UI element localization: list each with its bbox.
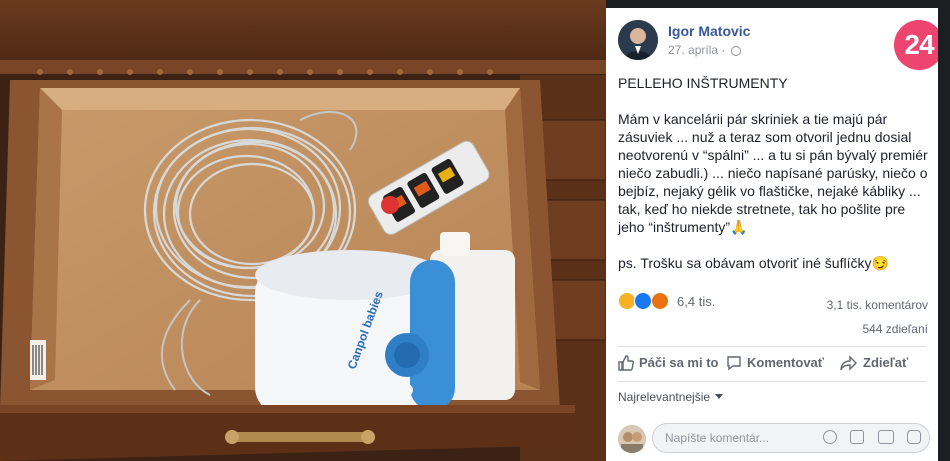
avatar-portrait-icon — [618, 20, 658, 60]
post-title: PELLEHO INŠTRUMENTY — [618, 75, 788, 91]
haha-icon — [618, 292, 636, 310]
brand-logo: 24 — [894, 20, 938, 70]
like-button[interactable]: Páči sa mi to — [618, 353, 718, 373]
emoji-icon[interactable] — [822, 430, 837, 444]
comment-sort-label: Najrelevantnejšie — [618, 390, 711, 404]
comment-input-wrapper[interactable] — [652, 423, 930, 453]
comment-sort-dropdown[interactable]: Najrelevantnejšie — [618, 390, 724, 404]
post-meta: 27. apríla · — [668, 43, 741, 57]
globe-icon — [730, 46, 741, 56]
engagement-counts: 3,1 tis. komentárov 544 zdieľaní — [827, 298, 928, 346]
like-icon — [634, 292, 653, 310]
share-label: Zdieľať — [863, 355, 909, 370]
user-avatar[interactable] — [618, 425, 646, 453]
comment-count[interactable]: 3,1 tis. komentárov — [827, 298, 928, 312]
action-bar: Páči sa mi to Komentovať Zdieľať — [618, 346, 926, 382]
post-panel: Igor Matovic 27. apríla · 24 PELLEHO INŠ… — [606, 8, 938, 461]
caret-down-icon — [715, 394, 724, 399]
post-body: Mám v kancelárii pár skriniek a tie majú… — [618, 111, 928, 235]
post-photo[interactable]: Canpol babies — [0, 0, 606, 461]
sticker-icon[interactable] — [907, 430, 921, 444]
drawer-photo-illustration: Canpol babies — [0, 0, 606, 461]
share-arrow-icon — [840, 355, 857, 371]
user-portrait-icon — [618, 425, 646, 453]
share-count[interactable]: 544 zdieľaní — [827, 322, 928, 336]
gif-icon[interactable] — [877, 430, 894, 444]
author-avatar[interactable] — [618, 20, 658, 60]
comment-button[interactable]: Komentovať — [726, 353, 824, 373]
reaction-count[interactable]: 6,4 tis. — [677, 294, 715, 309]
thumbs-up-icon — [618, 355, 635, 371]
author-name[interactable]: Igor Matovic — [668, 23, 750, 39]
post-ps: ps. Trošku sa obávam otvoriť iné šuflíčk… — [618, 255, 889, 271]
share-button[interactable]: Zdieľať — [840, 353, 908, 373]
bottle-warmer: Canpol babies — [255, 250, 455, 415]
angry-icon — [650, 292, 669, 310]
top-bar — [606, 0, 950, 8]
camera-icon[interactable] — [850, 430, 865, 444]
reaction-summary[interactable]: 6,4 tis. 3,1 tis. komentárov 544 zdieľan… — [618, 292, 928, 336]
right-edge — [938, 0, 950, 461]
comment-input-icons — [814, 430, 921, 449]
meta-separator: · — [721, 43, 729, 57]
comment-input[interactable] — [663, 430, 817, 446]
comment-bubble-icon — [727, 356, 741, 371]
comment-label: Komentovať — [747, 355, 825, 370]
like-label: Páči sa mi to — [639, 355, 719, 370]
comment-composer — [618, 423, 936, 457]
post-header: Igor Matovic 27. apríla · 24 — [618, 20, 938, 70]
post-date[interactable]: 27. apríla — [668, 43, 718, 57]
post-text: PELLEHO INŠTRUMENTY Mám v kancelárii pár… — [618, 74, 930, 290]
